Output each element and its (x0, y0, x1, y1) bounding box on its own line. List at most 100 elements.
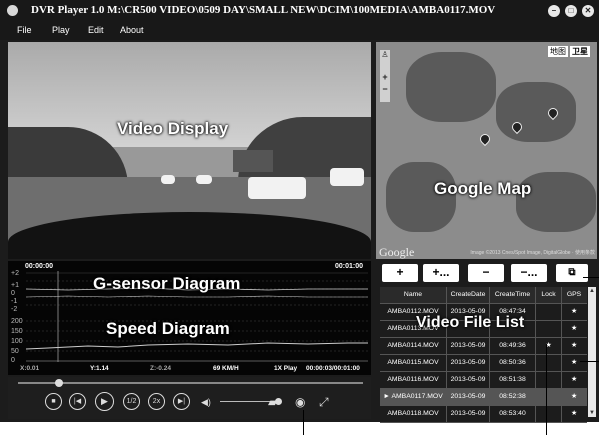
copy-icon[interactable]: ⧉ (556, 264, 588, 282)
cell-gps: ★ (570, 308, 578, 315)
cell-lock (536, 321, 562, 337)
white-car-right (330, 168, 364, 186)
cell-lock (536, 389, 562, 405)
white-car (248, 177, 306, 199)
callout-line-snapshot (303, 410, 304, 435)
speed-axis-label: 50 (11, 348, 19, 355)
status-x: X:0.01 (20, 365, 40, 372)
speed-axis-label: 150 (11, 328, 23, 335)
folder-icon[interactable]: ▰ (268, 395, 277, 409)
pegman-icon[interactable]: ♙ (380, 50, 390, 60)
fullscreen-icon[interactable]: ⤢ (319, 395, 329, 409)
zoom-out-icon[interactable]: − (380, 84, 390, 94)
g-axis-label: +2 (11, 270, 19, 277)
column-header-date[interactable]: CreateDate (447, 287, 490, 303)
zoom-in-icon[interactable]: + (380, 72, 390, 82)
table-row[interactable]: AMBA0118.MOV 2013-05-09 08:53:40 ★ (380, 406, 587, 423)
file-list-panel: + +... − −... ⧉ Name CreateDate CreateTi… (376, 261, 597, 423)
car-left (161, 175, 175, 184)
map-footer: Google Image ©2013 Cnes/Spot Image, Digi… (376, 245, 597, 259)
title-bar: DVR Player 1.0 M:\CR500 VIDEO\0509 DAY\S… (0, 0, 599, 22)
window-title: DVR Player 1.0 M:\CR500 VIDEO\0509 DAY\S… (31, 4, 496, 16)
cell-name: AMBA0114.MOV (380, 338, 447, 354)
cell-gps: ★ (570, 410, 578, 417)
map-type-map[interactable]: 地图 (548, 46, 568, 57)
cell-name: ► AMBA0117.MOV (380, 389, 447, 405)
gsensor-speed-panel[interactable]: 00:00:00 00:01:00 +2 +1 0 -1 -2 200 150 … (8, 261, 371, 375)
cell-gps: ★ (570, 342, 578, 349)
cell-date: 2013-05-09 (447, 372, 490, 388)
column-header-gps[interactable]: GPS (562, 287, 586, 303)
double-speed-button[interactable]: 2x (148, 393, 165, 410)
cell-lock (536, 304, 562, 320)
cell-time: 08:51:38 (490, 372, 536, 388)
table-row[interactable]: AMBA0115.MOV 2013-05-09 08:50:36 ★ (380, 355, 587, 372)
cell-time: 08:50:36 (490, 355, 536, 371)
column-header-time[interactable]: CreateTime (490, 287, 536, 303)
column-header-lock[interactable]: Lock (536, 287, 562, 303)
table-row[interactable]: ► AMBA0117.MOV 2013-05-09 08:52:38 ★ (380, 389, 587, 406)
next-icon[interactable]: ▶| (173, 393, 190, 410)
callout-line-copy (583, 277, 599, 278)
cell-date: 2013-05-09 (447, 389, 490, 405)
cell-name: AMBA0116.MOV (380, 372, 447, 388)
play-icon[interactable]: ▶ (95, 392, 114, 411)
menu-about[interactable]: About (120, 25, 144, 35)
video-display[interactable]: Video Display (8, 42, 371, 259)
stop-icon[interactable]: ■ (45, 393, 62, 410)
scroll-up-icon[interactable]: ▲ (588, 287, 596, 295)
cell-gps: ★ (570, 393, 578, 400)
callout-line-lock (546, 344, 547, 435)
table-row[interactable]: AMBA0116.MOV 2013-05-09 08:51:38 ★ (380, 372, 587, 389)
speed-axis-label: 100 (11, 338, 23, 345)
close-icon[interactable]: ✕ (582, 5, 594, 17)
camera-icon[interactable]: ◉ (295, 395, 305, 409)
map-type-satellite[interactable]: 卫星 (570, 46, 590, 57)
volume-icon[interactable]: ◀) (201, 395, 211, 409)
google-map-callout: Google Map (434, 179, 532, 198)
table-row[interactable]: AMBA0114.MOV 2013-05-09 08:49:36 ★ ★ (380, 338, 587, 355)
remove-file-button[interactable]: − (468, 264, 504, 282)
cell-gps: ★ (570, 325, 578, 332)
car-center (196, 175, 212, 184)
speed-axis-label: 0 (11, 357, 15, 364)
column-header-name[interactable]: Name (380, 287, 447, 303)
cell-time: 08:52:38 (490, 389, 536, 405)
map-start-marker-icon[interactable] (477, 131, 493, 147)
menu-play[interactable]: Play (52, 25, 70, 35)
status-speed: 69 KM/H (213, 365, 239, 372)
cell-date: 2013-05-09 (447, 355, 490, 371)
map-terrain-2 (496, 82, 576, 142)
menu-edit[interactable]: Edit (88, 25, 104, 35)
cell-lock (536, 355, 562, 371)
cell-name: AMBA0118.MOV (380, 406, 447, 422)
remove-all-button[interactable]: −... (511, 264, 547, 282)
map-zoom-control[interactable]: ♙ + − (380, 50, 390, 102)
list-scrollbar[interactable]: ▲ ▼ (588, 287, 596, 417)
cell-time: 08:49:36 (490, 338, 536, 354)
map-copyright: Image ©2013 Cnes/Spot Image, DigitalGlob… (470, 250, 595, 256)
previous-icon[interactable]: |◀ (69, 393, 86, 410)
cell-name: AMBA0115.MOV (380, 355, 447, 371)
google-map[interactable]: ♙ + − 地图 卫星 Google Map Google Image ©201… (376, 42, 597, 259)
truck (233, 150, 273, 172)
maximize-icon[interactable]: □ (565, 5, 577, 17)
g-axis-label: -2 (11, 306, 18, 313)
app-icon (7, 5, 18, 16)
seek-bar[interactable] (18, 382, 363, 384)
cell-date: 2013-05-09 (447, 406, 490, 422)
minimize-icon[interactable]: – (548, 5, 560, 17)
add-file-button[interactable]: + (382, 264, 418, 282)
menu-file[interactable]: File (17, 25, 32, 35)
half-speed-button[interactable]: 1/2 (123, 393, 140, 410)
google-logo: Google (379, 245, 415, 259)
cell-gps: ★ (570, 376, 578, 383)
map-terrain-1 (406, 52, 496, 122)
seek-knob[interactable] (55, 379, 63, 387)
add-folder-button[interactable]: +... (423, 264, 459, 282)
g-axis-label: +1 (11, 282, 19, 289)
video-display-callout: Video Display (117, 119, 229, 138)
cell-lock (536, 372, 562, 388)
scroll-down-icon[interactable]: ▼ (588, 409, 596, 417)
cell-time: 08:53:40 (490, 406, 536, 422)
